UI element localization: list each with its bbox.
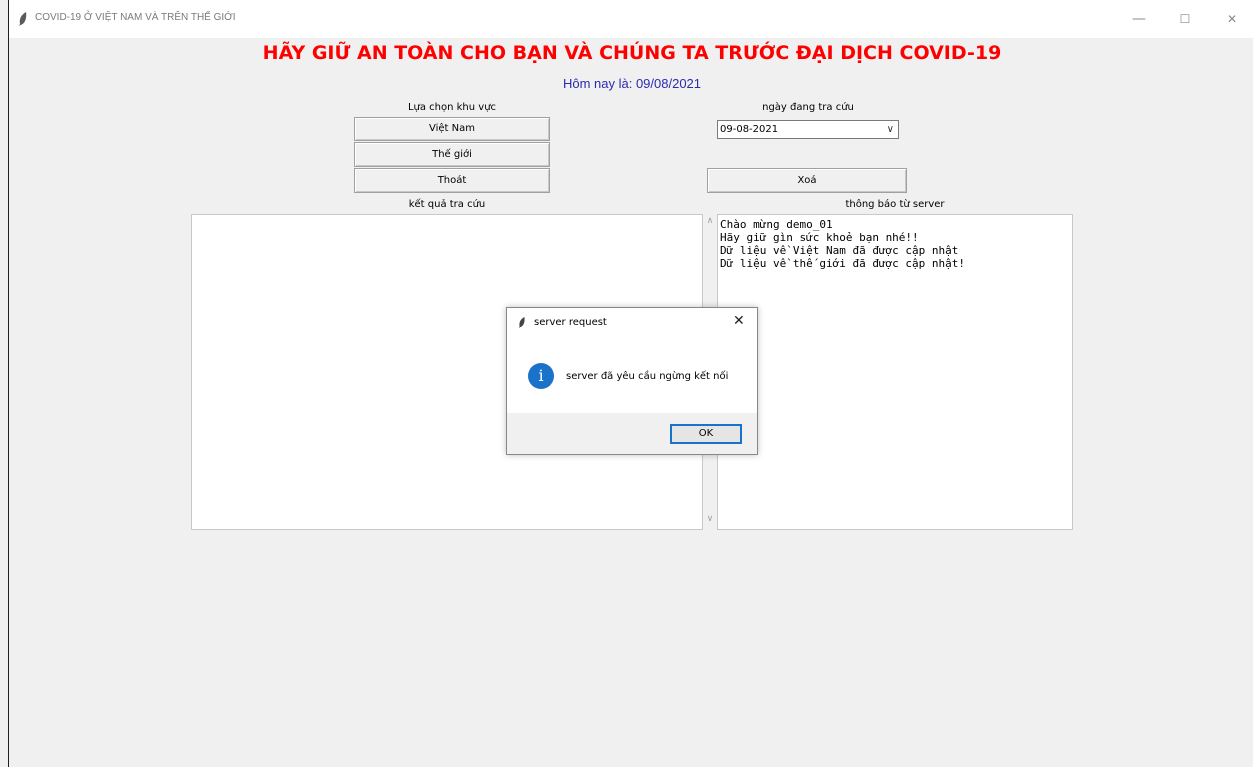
vietnam-button[interactable]: Việt Nam	[354, 117, 550, 141]
scroll-up-icon[interactable]: ∧	[703, 216, 717, 226]
close-button[interactable]: ✕	[1222, 9, 1242, 29]
chevron-down-icon[interactable]: ∨	[887, 121, 894, 138]
dialog-title: server request	[534, 317, 607, 328]
server-request-dialog: server request ✕ i server đã yêu cầu ngừ…	[506, 307, 758, 455]
world-button[interactable]: Thế giới	[354, 142, 550, 167]
window-title: COVID-19 Ở VIỆT NAM VÀ TRÊN THẾ GIỚI	[35, 12, 236, 23]
server-messages-textbox[interactable]: Chào mừng demo_01 Hãy giữ gìn sức khoẻ b…	[717, 214, 1073, 530]
server-message-line: Dữ liệu về thế giới đã được cập nhật!	[720, 257, 966, 270]
info-icon: i	[528, 363, 554, 389]
clear-button[interactable]: Xoá	[707, 168, 907, 193]
region-label: Lựa chọn khu vực	[407, 102, 497, 113]
feather-icon	[19, 12, 27, 26]
today-date-label: Hôm nay là: 09/08/2021	[562, 76, 702, 91]
feather-icon	[518, 316, 525, 329]
date-combobox-value: 09-08-2021	[720, 124, 779, 135]
maximize-button[interactable]: ☐	[1175, 9, 1195, 29]
dialog-close-icon[interactable]: ✕	[733, 313, 745, 329]
window-left-border	[8, 0, 9, 767]
ok-button[interactable]: OK	[670, 424, 742, 444]
server-messages-label: thông báo từ server	[845, 199, 945, 210]
minimize-button[interactable]: —	[1129, 9, 1149, 29]
server-message-line: Hãy giữ gìn sức khoẻ bạn nhé!!	[720, 231, 919, 244]
server-message-line: Dữ liệu về Việt Nam đã được cập nhật	[720, 244, 959, 257]
page-headline: HÃY GIỮ AN TOÀN CHO BẠN VÀ CHÚNG TA TRƯỚ…	[262, 42, 1002, 64]
scroll-down-icon[interactable]: ∨	[703, 514, 717, 524]
title-bar: COVID-19 Ở VIỆT NAM VÀ TRÊN THẾ GIỚI — ☐…	[9, 0, 1253, 38]
server-message-line: Chào mừng demo_01	[720, 218, 833, 231]
results-label: kết quả tra cứu	[408, 199, 486, 210]
date-label: ngày đang tra cứu	[762, 102, 854, 113]
dialog-message: server đã yêu cầu ngừng kết nối	[566, 371, 729, 382]
exit-button[interactable]: Thoát	[354, 168, 550, 193]
date-combobox[interactable]: 09-08-2021 ∨	[717, 120, 899, 139]
dialog-body: i server đã yêu cầu ngừng kết nối	[507, 338, 757, 413]
dialog-title-bar: server request ✕	[507, 308, 757, 338]
